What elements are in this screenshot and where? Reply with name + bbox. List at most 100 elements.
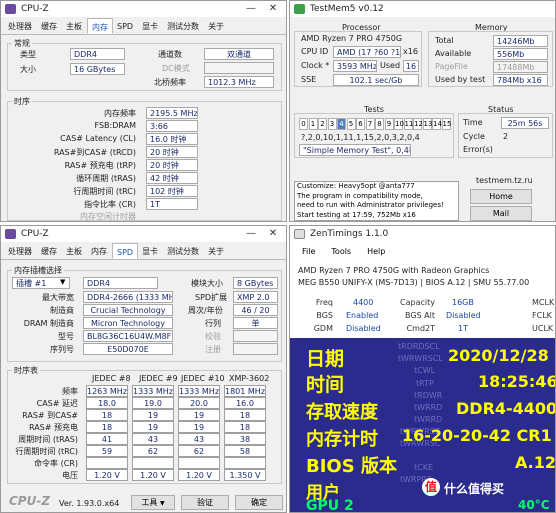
used-value: 16 xyxy=(403,60,419,72)
cycle-value: 2 xyxy=(503,132,509,141)
spd-ext-value: XMP 2.0 xyxy=(233,291,278,303)
check-value xyxy=(233,330,278,342)
channel-value: 双通道 xyxy=(204,48,274,60)
close-icon[interactable]: ✕ xyxy=(262,1,284,17)
spd-cell: 19 xyxy=(178,421,220,433)
tab-memory[interactable]: 内存 xyxy=(87,18,113,34)
close-icon[interactable]: ✕ xyxy=(262,226,284,242)
size-value: 16 GBytes xyxy=(70,63,125,75)
test-number: 12 xyxy=(413,118,423,130)
verify-button[interactable]: 验证 xyxy=(181,495,229,510)
zt-board-info: MEG B550 UNIFY-X (MS-7D13) | BIOS A.12 |… xyxy=(298,278,530,287)
tab-graphics[interactable]: 显卡 xyxy=(138,18,163,34)
test-number: 11 xyxy=(403,118,414,130)
zt-bgsalt-value: Disabled xyxy=(446,311,481,320)
zt-freq-value: 4400 xyxy=(353,298,374,307)
tab-processor[interactable]: 处理器 xyxy=(4,243,37,259)
tab-cache[interactable]: 缓存 xyxy=(37,18,62,34)
tab-about[interactable]: 关于 xyxy=(204,243,229,259)
zentimings-title: ZenTimings 1.1.0 xyxy=(310,229,389,239)
log-line: The program in compatibility mode, xyxy=(297,191,423,200)
cpuz-spd-titlebar[interactable]: CPU-Z — ✕ xyxy=(1,226,286,242)
menu-tools[interactable]: Tools xyxy=(331,244,351,260)
minimize-icon[interactable]: — xyxy=(240,226,262,242)
zt-freq-label: Freq xyxy=(315,298,333,307)
testmem-site-link[interactable]: testmem.tz.ru xyxy=(476,176,533,185)
spd-cell: 18 xyxy=(86,409,128,421)
slot-type-value: DDR4 xyxy=(83,277,158,289)
test-number: 5 xyxy=(346,118,356,130)
timing-label-trcd: RAS#到CAS# (tRCD) xyxy=(53,148,136,157)
tab-spd[interactable]: SPD xyxy=(113,18,138,34)
clock-value: 3593 MHz xyxy=(333,60,377,72)
spd-cell: 43 xyxy=(132,433,174,445)
timing-label-dram-freq: 内存频率 xyxy=(104,109,136,118)
tab-graphics[interactable]: 显卡 xyxy=(138,243,163,259)
home-button[interactable]: Home xyxy=(470,189,532,204)
errors-label: Error(s) xyxy=(463,145,493,154)
usedby-label: Used by test xyxy=(435,75,486,84)
tab-bench[interactable]: 测试分数 xyxy=(163,243,204,259)
test-number: 7 xyxy=(365,118,375,130)
spd-col-header: JEDEC #10 xyxy=(181,374,225,383)
test-sequence: ?,2,0,10,1,11,1,15,2,0,3,2,0,4 xyxy=(301,133,420,142)
tab-memory[interactable]: 内存 xyxy=(87,243,112,259)
menu-help[interactable]: Help xyxy=(367,244,385,260)
cpuz-titlebar[interactable]: CPU-Z — ✕ xyxy=(1,1,286,17)
spd-row-label: 周期时间 (tRAS) xyxy=(18,435,78,444)
spd-cell: 1.20 V xyxy=(86,469,128,481)
timing-value-dram-freq: 2195.5 MHz xyxy=(146,107,198,119)
cycle-label: Cycle xyxy=(463,132,485,141)
zt-bgsalt-label: BGS Alt xyxy=(405,311,435,320)
tab-mainboard[interactable]: 主板 xyxy=(62,18,87,34)
dc-mode-label: DC模式 xyxy=(162,64,190,73)
tools-button[interactable]: 工具 ▼ xyxy=(131,495,175,510)
osd-speed-value: DDR4-4400 xyxy=(456,399,556,418)
spd-cell: 1263 MHz xyxy=(86,385,128,397)
spd-cell: 16.0 xyxy=(224,397,266,409)
tab-about[interactable]: 关于 xyxy=(204,18,229,34)
timing-label-idle: 内存空闲计时器 xyxy=(80,212,136,221)
spd-cell: 1333 MHz xyxy=(132,385,174,397)
cpuz-memory-window: CPU-Z — ✕ 处理器 缓存 主板 内存 SPD 显卡 测试分数 关于 常规… xyxy=(0,0,287,222)
zt-faint-label: tRTP xyxy=(416,379,434,388)
tab-mainboard[interactable]: 主板 xyxy=(62,243,87,259)
spd-col-header: JEDEC #8 xyxy=(92,374,131,383)
registered-label: 注册 xyxy=(205,345,221,354)
osd-gpu-value: 40°C xyxy=(518,498,550,512)
spd-row-label: 电压 xyxy=(62,471,78,480)
total-value: 14246Mb xyxy=(493,35,548,47)
zentimings-titlebar[interactable]: ZenTimings 1.1.0 xyxy=(290,226,555,242)
test-number: 10 xyxy=(394,118,404,130)
rank-value: 单 xyxy=(233,317,278,329)
nb-freq-value: 1012.3 MHz xyxy=(204,76,274,88)
spd-cell: 20.0 xyxy=(178,397,220,409)
test-number: 3 xyxy=(327,118,337,130)
timing-value-fsb: 3:66 xyxy=(146,120,198,132)
zt-uclk-label: UCLK xyxy=(532,324,554,333)
spd-cell: 1801 MHz xyxy=(224,385,266,397)
menu-file[interactable]: File xyxy=(302,244,315,260)
dc-mode-value xyxy=(204,62,274,74)
mail-button[interactable]: Mail xyxy=(470,206,532,221)
module-size-label: 模块大小 xyxy=(191,279,223,288)
chevron-down-icon[interactable]: ▼ xyxy=(60,278,65,286)
cpuz-title: CPU-Z xyxy=(21,4,49,14)
check-label: 校验 xyxy=(205,332,221,341)
testmem-title: TestMem5 v0.12 xyxy=(310,4,384,14)
minimize-icon[interactable]: — xyxy=(240,1,262,17)
spd-cell: 62 xyxy=(132,445,174,457)
tab-bench[interactable]: 测试分数 xyxy=(163,18,204,34)
ok-button[interactable]: 确定 xyxy=(235,495,283,510)
used-label: Used xyxy=(380,61,401,70)
zt-fclk-label: FCLK xyxy=(532,311,552,320)
test-number-strip: 0 1 2 3 4 5 6 7 8 9 10 11 12 13 14 15 xyxy=(299,118,451,130)
tab-processor[interactable]: 处理器 xyxy=(4,18,37,34)
zt-cmd2t-label: Cmd2T xyxy=(406,324,435,333)
serial-label: 序列号 xyxy=(50,345,74,354)
testmem-titlebar[interactable]: TestMem5 v0.12 xyxy=(290,1,555,17)
tab-spd[interactable]: SPD xyxy=(112,243,139,259)
spd-cell: 58 xyxy=(224,445,266,457)
tab-cache[interactable]: 缓存 xyxy=(37,243,62,259)
dram-mfr-value: Micron Technology xyxy=(83,317,173,329)
